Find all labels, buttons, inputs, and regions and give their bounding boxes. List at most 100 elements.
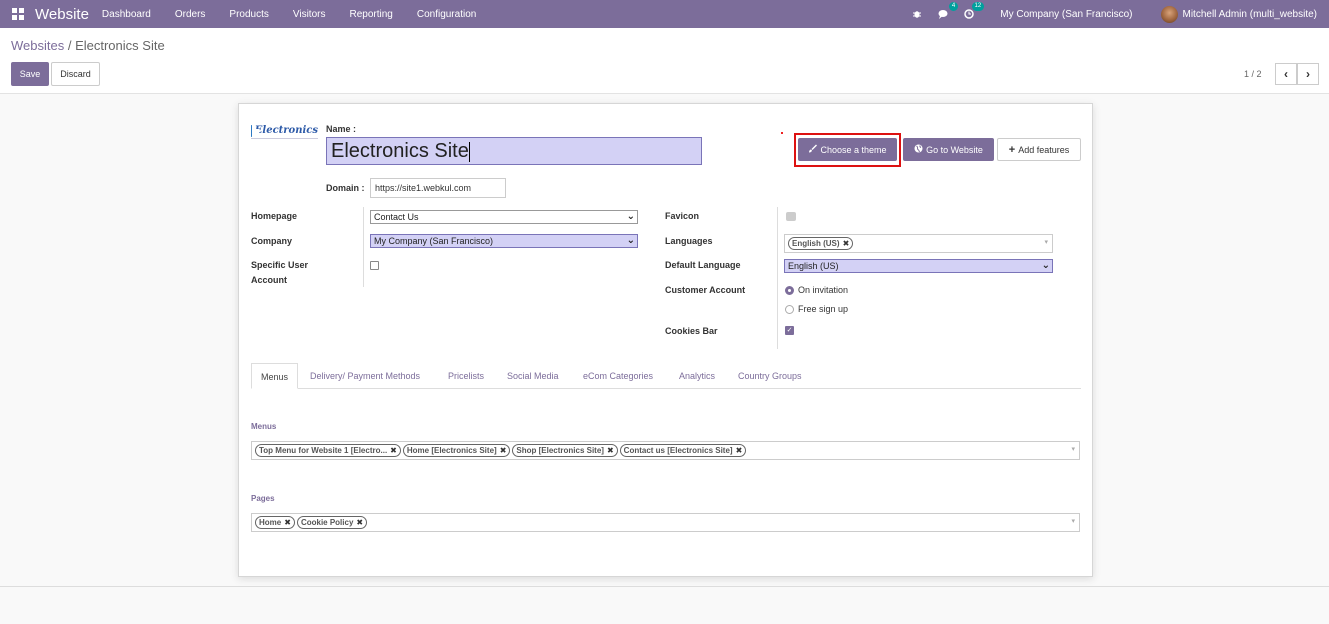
right-group-separator	[777, 207, 778, 349]
favicon-image-icon[interactable]	[786, 212, 796, 221]
languages-field[interactable]: English (US) ✖ ▾	[784, 234, 1053, 253]
globe-icon	[914, 144, 923, 155]
user-menu[interactable]: Mitchell Admin (multi_website)	[1160, 5, 1318, 23]
menu-tag: Contact us [Electronics Site] ✖	[619, 444, 747, 457]
form-sheet: Electronics Name : Electronics Site Doma…	[238, 103, 1093, 577]
homepage-select[interactable]: Contact Us ⌄	[370, 210, 638, 224]
default-language-select[interactable]: English (US) ⌄	[784, 259, 1053, 273]
page-tag: Home ✖	[255, 516, 295, 529]
user-name: Mitchell Admin (multi_website)	[1182, 8, 1318, 20]
menu-configuration[interactable]: Configuration	[417, 9, 476, 20]
app-title[interactable]: Website	[35, 6, 89, 23]
menu-tag-label: Contact us [Electronics Site]	[623, 446, 733, 455]
specific-user-label-line2: Account	[251, 275, 287, 285]
breadcrumb: Websites / Electronics Site	[11, 38, 165, 53]
tab-ecom-categories[interactable]: eCom Categories	[574, 363, 662, 389]
choose-theme-label: Choose a theme	[820, 144, 887, 155]
language-tag: English (US) ✖	[788, 237, 854, 250]
menu-tag: Top Menu for Website 1 [Electro... ✖	[255, 444, 401, 457]
chevron-down-icon: ⌄	[626, 235, 635, 246]
menu-orders[interactable]: Orders	[175, 9, 206, 20]
menu-dashboard[interactable]: Dashboard	[102, 9, 151, 20]
remove-tag-icon[interactable]: ✖	[356, 518, 363, 527]
menu-tag-label: Top Menu for Website 1 [Electro...	[259, 446, 388, 455]
languages-label: Languages	[665, 236, 713, 246]
tab-pricelists[interactable]: Pricelists	[439, 363, 493, 389]
messages-icon[interactable]: 4	[936, 2, 959, 21]
menu-visitors[interactable]: Visitors	[293, 9, 326, 20]
domain-label: Domain :	[326, 183, 365, 193]
chevron-left-icon: ‹	[1284, 67, 1288, 81]
remove-tag-icon[interactable]: ✖	[284, 518, 291, 527]
apps-menu-icon[interactable]	[12, 8, 25, 20]
breadcrumb-current: Electronics Site	[75, 38, 165, 53]
homepage-value: Contact Us	[374, 212, 419, 222]
chevron-down-icon: ▾	[1044, 239, 1048, 246]
tab-social-media[interactable]: Social Media	[498, 363, 568, 389]
company-switcher[interactable]: My Company (San Francisco)	[1000, 9, 1132, 20]
menus-field[interactable]: Top Menu for Website 1 [Electro... ✖ Home…	[251, 441, 1080, 460]
menu-tag: Home [Electronics Site] ✖	[402, 444, 511, 457]
control-panel: Websites / Electronics Site Save Discard…	[0, 28, 1329, 94]
website-logo[interactable]: Electronics	[251, 123, 318, 139]
top-navbar: Website Dashboard Orders Products Visito…	[0, 0, 1329, 28]
remove-tag-icon[interactable]: ✖	[390, 446, 397, 455]
tab-country-groups[interactable]: Country Groups	[729, 363, 811, 389]
on-invitation-label: On invitation	[798, 285, 849, 295]
menu-tag-label: Home [Electronics Site]	[406, 446, 497, 455]
menu-reporting[interactable]: Reporting	[349, 9, 392, 20]
page-tag-label: Cookie Policy	[300, 518, 354, 527]
cookies-bar-label: Cookies Bar	[665, 326, 718, 336]
go-to-website-label: Go to Website	[926, 144, 983, 155]
messages-badge: 4	[948, 2, 959, 11]
discard-button[interactable]: Discard	[51, 62, 100, 86]
chevron-down-icon: ▾	[1071, 518, 1075, 525]
specific-user-label: Specific User	[251, 260, 309, 270]
choose-theme-button[interactable]: Choose a theme	[798, 138, 897, 161]
free-sign-up-label: Free sign up	[798, 304, 849, 314]
logo-icon	[251, 124, 258, 137]
bug-icon[interactable]	[910, 7, 924, 21]
tab-delivery-payment[interactable]: Delivery/ Payment Methods	[301, 363, 429, 389]
breadcrumb-separator: /	[64, 38, 76, 53]
chevron-down-icon: ⌄	[1041, 260, 1050, 271]
cookies-bar-checkbox[interactable]: ✓	[785, 326, 794, 335]
annotation-dot	[781, 132, 783, 134]
pager-value[interactable]: 1 / 2	[1244, 69, 1262, 79]
paint-brush-icon	[808, 144, 818, 155]
pages-field[interactable]: Home ✖ Cookie Policy ✖ ▾	[251, 513, 1080, 532]
remove-tag-icon[interactable]: ✖	[500, 446, 507, 455]
company-select[interactable]: My Company (San Francisco) ⌄	[370, 234, 638, 248]
activities-icon[interactable]: 12	[962, 2, 985, 21]
remove-tag-icon[interactable]: ✖	[607, 446, 614, 455]
save-button[interactable]: Save	[11, 62, 49, 86]
pager-next-button[interactable]: ›	[1297, 63, 1319, 85]
remove-tag-icon[interactable]: ✖	[843, 239, 850, 248]
customer-account-label: Customer Account	[665, 285, 746, 295]
add-features-button[interactable]: + Add features	[997, 138, 1081, 161]
activities-badge: 12	[971, 2, 985, 11]
menu-tag-label: Shop [Electronics Site]	[516, 446, 604, 455]
pager-previous-button[interactable]: ‹	[1275, 63, 1297, 85]
notebook-tabs: Menus Delivery/ Payment Methods Pricelis…	[251, 363, 1081, 389]
page-tag-label: Home	[259, 518, 282, 527]
favicon-label: Favicon	[665, 211, 700, 221]
company-label: Company	[251, 236, 293, 246]
tab-analytics[interactable]: Analytics	[670, 363, 724, 389]
pages-section-label: Pages	[251, 494, 275, 503]
remove-tag-icon[interactable]: ✖	[736, 446, 743, 455]
default-language-label: Default Language	[665, 260, 741, 270]
name-label: Name :	[326, 124, 357, 134]
menus-section-label: Menus	[251, 422, 277, 431]
name-input-value: Electronics Site	[331, 140, 469, 162]
radio-on-invitation[interactable]	[785, 286, 794, 295]
go-to-website-button[interactable]: Go to Website	[903, 138, 994, 161]
footer-divider	[0, 586, 1329, 587]
name-input[interactable]: Electronics Site	[326, 137, 702, 165]
radio-free-sign-up[interactable]	[785, 305, 794, 314]
breadcrumb-websites[interactable]: Websites	[11, 38, 64, 53]
tab-menus[interactable]: Menus	[251, 363, 299, 389]
specific-user-account-checkbox[interactable]	[370, 261, 379, 270]
domain-input[interactable]: https://site1.webkul.com	[370, 178, 506, 198]
menu-products[interactable]: Products	[229, 9, 268, 20]
